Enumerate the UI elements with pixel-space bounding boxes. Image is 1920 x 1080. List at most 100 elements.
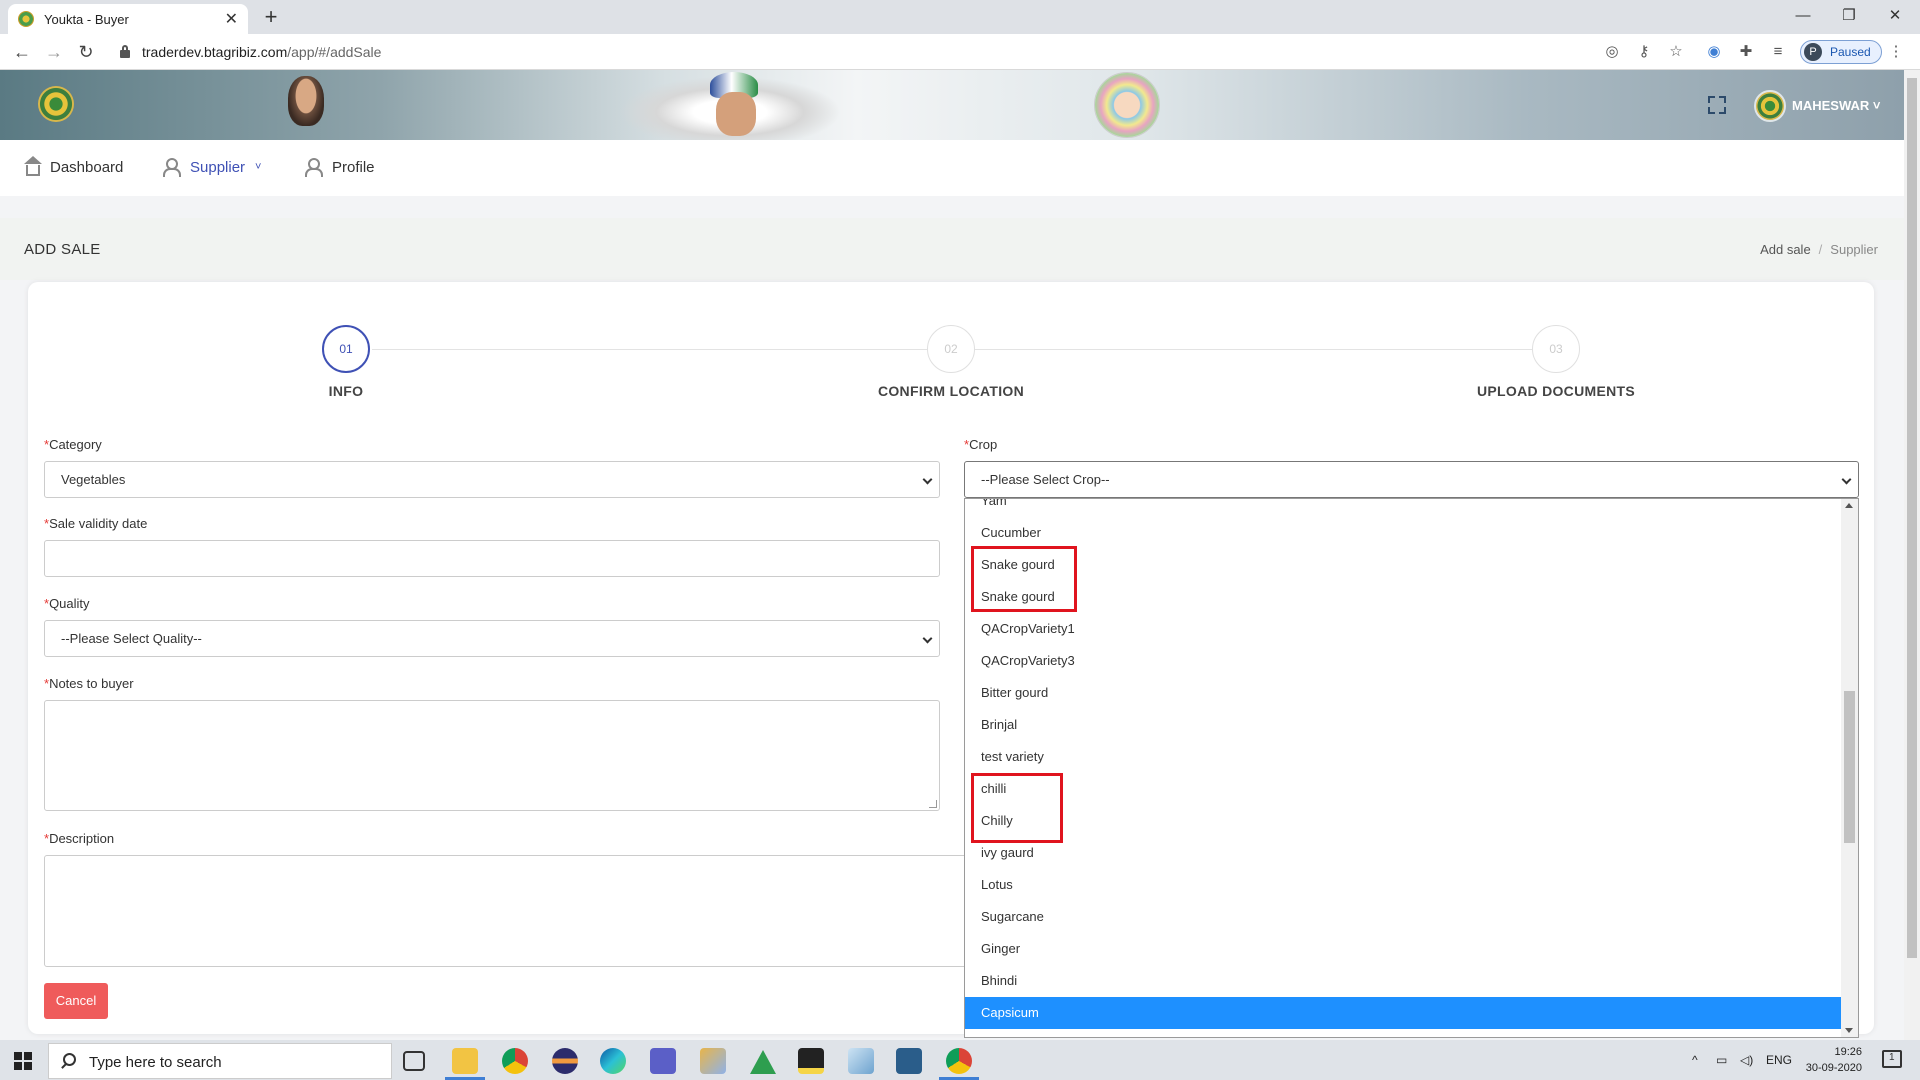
teams-icon[interactable] bbox=[650, 1048, 676, 1074]
crop-option[interactable]: ivy gaurd bbox=[965, 837, 1842, 869]
reading-list-icon[interactable]: ≡ bbox=[1768, 42, 1788, 62]
crop-option[interactable]: Cucumber bbox=[965, 517, 1842, 549]
crop-option[interactable]: test variety bbox=[965, 741, 1842, 773]
validity-label: *Sale validity date bbox=[44, 516, 147, 531]
notepad-icon[interactable] bbox=[848, 1048, 874, 1074]
step-1-label: INFO bbox=[328, 383, 364, 399]
browser-tab-bar: Youkta - Buyer ✕ + — ❐ ✕ bbox=[0, 0, 1920, 34]
forward-icon[interactable]: → bbox=[42, 40, 66, 64]
eclipse-icon[interactable] bbox=[552, 1048, 578, 1074]
windows-start-icon[interactable] bbox=[14, 1052, 32, 1070]
notes-to-buyer-textarea[interactable] bbox=[44, 700, 940, 811]
breadcrumb-supplier[interactable]: Supplier bbox=[1830, 242, 1878, 257]
clock[interactable]: 19:26 30-09-2020 bbox=[1800, 1044, 1862, 1076]
chrome-icon[interactable] bbox=[502, 1048, 528, 1074]
crop-option[interactable]: QACropVariety1 bbox=[965, 613, 1842, 645]
maximize-button[interactable]: ❐ bbox=[1826, 2, 1872, 30]
chrome-profile-icon[interactable] bbox=[946, 1048, 972, 1074]
key-icon[interactable]: ⚷ bbox=[1634, 42, 1654, 62]
volume-icon[interactable]: ◁) bbox=[1740, 1053, 1753, 1067]
crop-option[interactable]: Snake gourd bbox=[965, 581, 1842, 613]
description-label: *Description bbox=[44, 831, 114, 846]
crop-value: --Please Select Crop-- bbox=[981, 472, 1110, 487]
crop-label: *Crop bbox=[964, 437, 997, 452]
taskbar-search[interactable]: Type here to search bbox=[48, 1043, 392, 1079]
crop-option[interactable]: Lotus bbox=[965, 869, 1842, 901]
crop-option[interactable]: Bhindi bbox=[965, 965, 1842, 997]
scroll-thumb[interactable] bbox=[1844, 691, 1855, 843]
browser-tab[interactable]: Youkta - Buyer ✕ bbox=[8, 4, 248, 34]
highlight-box-snake-gourd bbox=[971, 546, 1077, 612]
reload-icon[interactable]: ↻ bbox=[74, 40, 98, 64]
crop-option[interactable]: Ginger bbox=[965, 933, 1842, 965]
star-icon[interactable]: ☆ bbox=[1666, 42, 1686, 62]
cancel-button[interactable]: Cancel bbox=[44, 983, 108, 1019]
edge-icon[interactable] bbox=[600, 1048, 626, 1074]
crop-option[interactable]: Snake gourd bbox=[965, 549, 1842, 581]
quality-label-text: Quality bbox=[49, 596, 90, 611]
lock-icon[interactable] bbox=[120, 45, 130, 58]
clock-time: 19:26 bbox=[1834, 1046, 1862, 1058]
quality-select[interactable]: --Please Select Quality-- bbox=[44, 620, 940, 657]
user-menu[interactable]: MAHESWAR ˅ bbox=[1792, 98, 1880, 113]
category-select[interactable]: Vegetables bbox=[44, 461, 940, 498]
chevron-down-icon: ˅ bbox=[255, 161, 262, 173]
crop-option[interactable]: QACropVariety3 bbox=[965, 645, 1842, 677]
crop-dropdown-list[interactable]: Yam Cucumber Snake gourd Snake gourd QAC… bbox=[964, 498, 1859, 1038]
crop-option[interactable]: chilli bbox=[965, 773, 1842, 805]
nav-profile[interactable]: Profile bbox=[304, 158, 375, 177]
crop-option[interactable]: Sugarcane bbox=[965, 901, 1842, 933]
minimize-button[interactable]: — bbox=[1780, 2, 1826, 30]
sticky-notes-icon[interactable] bbox=[798, 1048, 824, 1074]
crop-option[interactable]: Bitter gourd bbox=[965, 677, 1842, 709]
crop-option-selected[interactable]: Capsicum bbox=[965, 997, 1842, 1029]
fullscreen-icon[interactable] bbox=[1706, 94, 1728, 116]
banner-portrait bbox=[288, 76, 324, 126]
notification-icon[interactable]: 1 bbox=[1882, 1050, 1902, 1068]
crop-option[interactable]: Chilly bbox=[965, 805, 1842, 837]
description-textarea[interactable] bbox=[44, 855, 970, 967]
close-tab-icon[interactable]: ✕ bbox=[225, 9, 238, 29]
breadcrumb-add-sale[interactable]: Add sale bbox=[1760, 242, 1811, 257]
address-bar: ← → ↻ traderdev.btagribiz.com/app/#/addS… bbox=[0, 34, 1920, 70]
download-app-icon[interactable] bbox=[896, 1048, 922, 1074]
user-avatar[interactable] bbox=[1754, 90, 1786, 122]
app-banner: MAHESWAR ˅ bbox=[0, 70, 1904, 140]
url-field[interactable]: traderdev.btagribiz.com/app/#/addSale bbox=[142, 44, 381, 60]
nav-dashboard[interactable]: Dashboard bbox=[24, 156, 123, 176]
battery-icon[interactable]: ▭ bbox=[1716, 1053, 1727, 1067]
extension-icon[interactable]: ◉ bbox=[1704, 42, 1724, 62]
crop-select[interactable]: --Please Select Crop-- bbox=[964, 461, 1859, 498]
scroll-down-icon[interactable] bbox=[1845, 1028, 1853, 1033]
tray-expand-icon[interactable]: ^ bbox=[1692, 1053, 1698, 1067]
back-icon[interactable]: ← bbox=[10, 40, 34, 64]
scroll-up-icon[interactable] bbox=[1845, 503, 1853, 508]
resize-handle[interactable] bbox=[929, 800, 937, 808]
chevron-down-icon bbox=[922, 474, 933, 485]
dropdown-scrollbar[interactable] bbox=[1841, 499, 1858, 1037]
url-host: traderdev.btagribiz.com bbox=[142, 44, 288, 60]
menu-icon[interactable]: ⋮ bbox=[1886, 42, 1906, 62]
page-scroll-thumb[interactable] bbox=[1907, 78, 1917, 958]
taskbar: Type here to search ^ ▭ ◁) ENG 19:26 30-… bbox=[0, 1040, 1920, 1080]
file-explorer-icon[interactable] bbox=[452, 1048, 478, 1074]
language-indicator[interactable]: ENG bbox=[1766, 1053, 1792, 1067]
new-tab-button[interactable]: + bbox=[258, 4, 284, 30]
task-view-icon[interactable] bbox=[403, 1051, 425, 1071]
puzzle-icon[interactable]: ✚ bbox=[1736, 42, 1756, 62]
crop-label-text: Crop bbox=[969, 437, 998, 452]
home-icon bbox=[24, 156, 42, 176]
highlight-box-chilli bbox=[971, 773, 1063, 843]
profile-button[interactable]: P Paused bbox=[1800, 40, 1882, 64]
page-scrollbar[interactable] bbox=[1904, 70, 1920, 1040]
step-2-label: CONFIRM LOCATION bbox=[877, 383, 1025, 399]
quality-value: --Please Select Quality-- bbox=[61, 631, 202, 646]
crop-option[interactable]: Brinjal bbox=[965, 709, 1842, 741]
nav-supplier[interactable]: Supplier ˅ bbox=[162, 158, 262, 177]
app-icon-green[interactable] bbox=[750, 1048, 776, 1074]
sale-validity-date-input[interactable] bbox=[44, 540, 940, 577]
window-close-button[interactable]: ✕ bbox=[1872, 2, 1918, 30]
crop-option[interactable]: Yam bbox=[965, 499, 1842, 517]
location-icon[interactable]: ◎ bbox=[1602, 42, 1622, 62]
paint-icon[interactable] bbox=[700, 1048, 726, 1074]
